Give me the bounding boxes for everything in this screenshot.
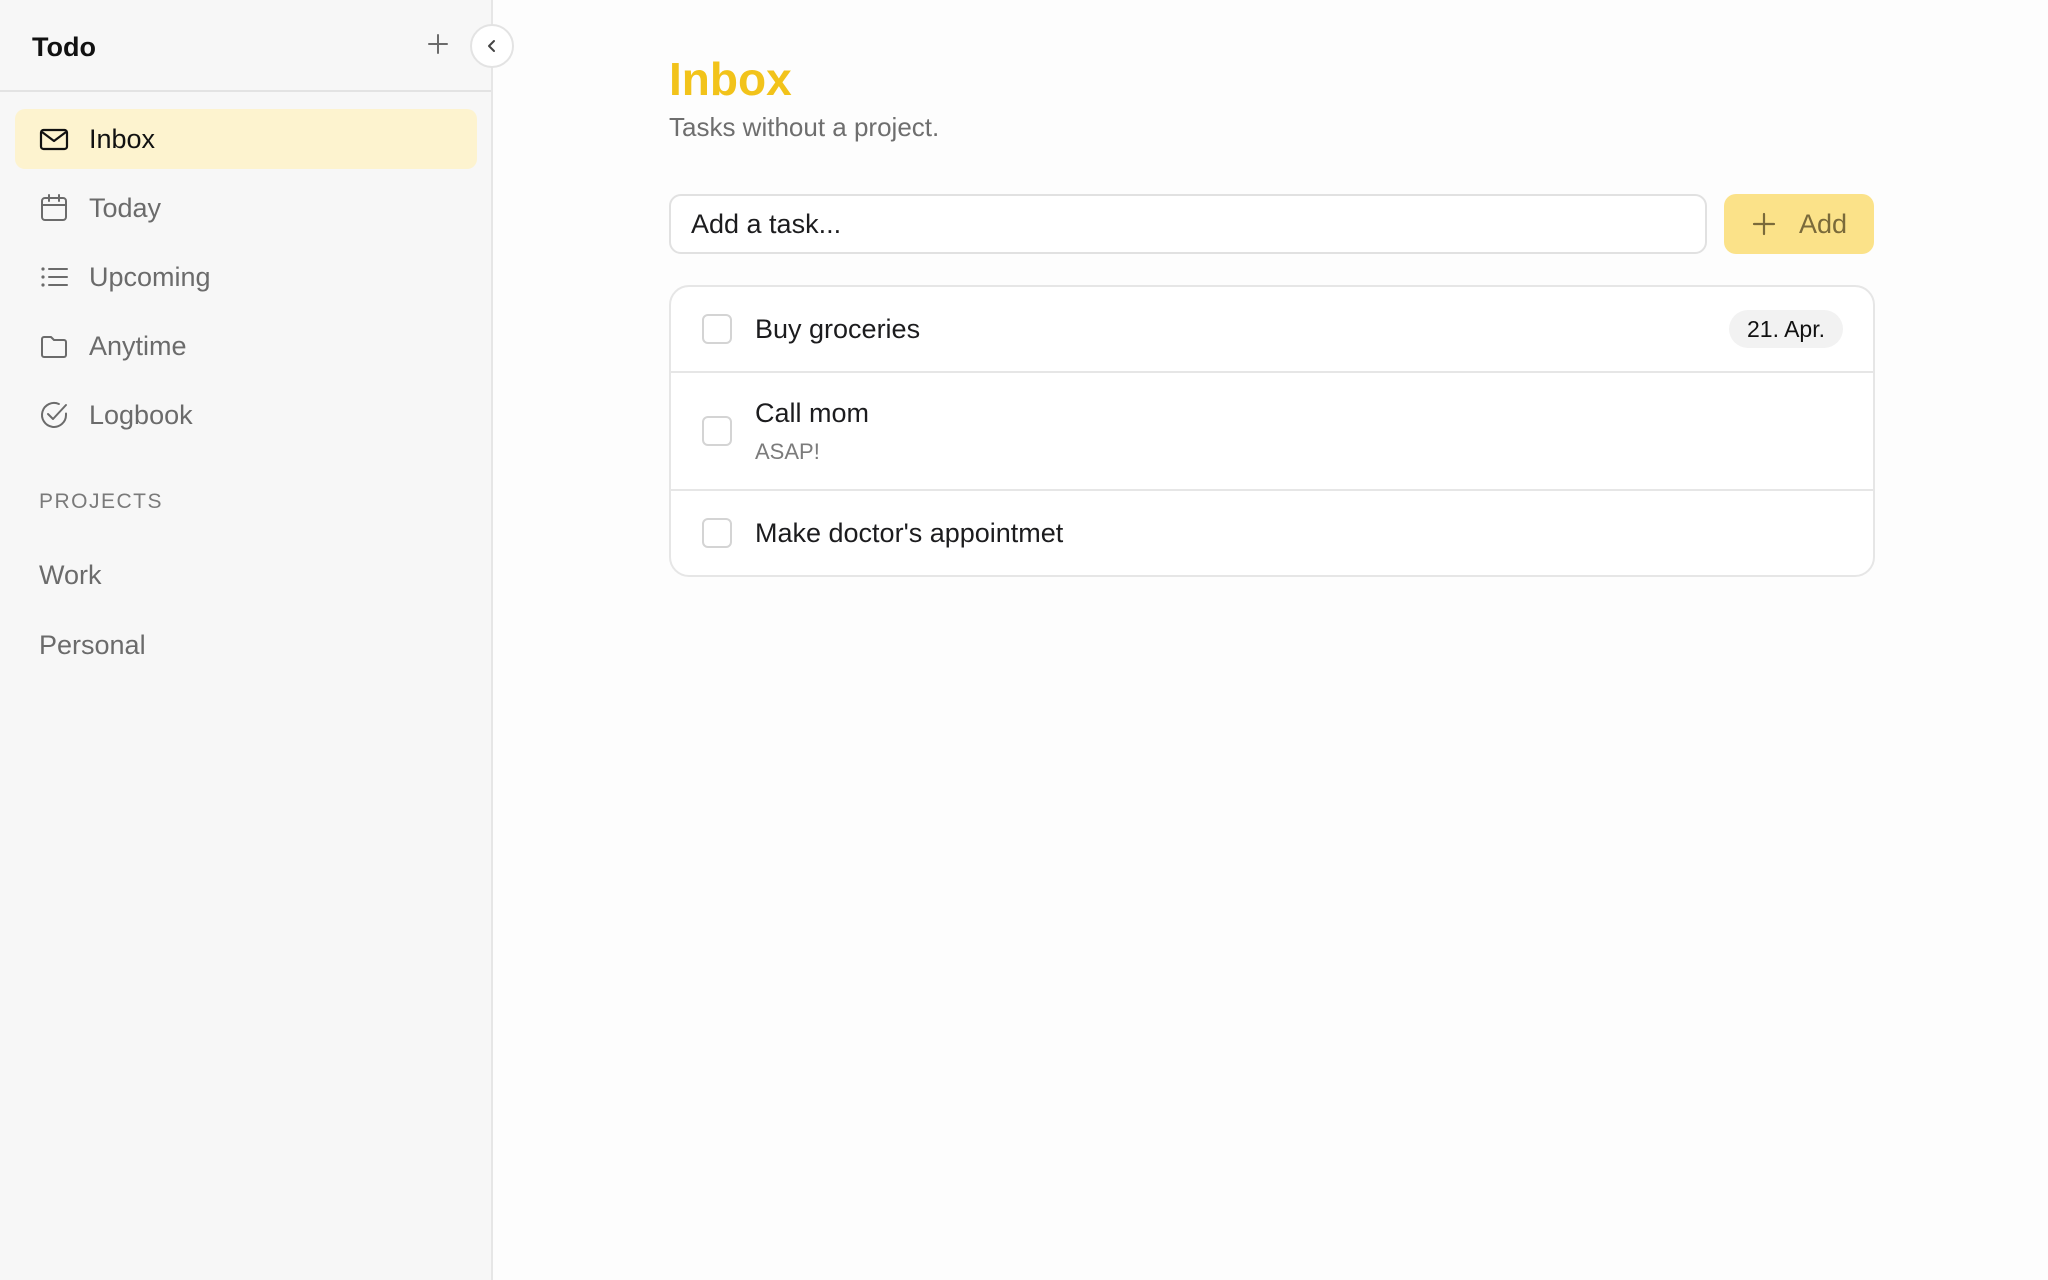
task-checkbox[interactable] — [702, 518, 732, 548]
sidebar-item-work[interactable]: Work — [39, 540, 146, 610]
add-project-button[interactable] — [420, 26, 456, 62]
sidebar-header: Todo — [0, 0, 491, 92]
list-icon — [39, 262, 69, 292]
sidebar-item-anytime[interactable]: Anytime — [15, 316, 477, 376]
page-title: Inbox — [669, 53, 792, 105]
app-title: Todo — [32, 32, 96, 62]
task-row[interactable]: Make doctor's appointmet — [671, 491, 1873, 575]
sidebar-item-label: Today — [89, 192, 162, 223]
sidebar-item-logbook[interactable]: Logbook — [15, 385, 477, 445]
task-text: Make doctor's appointmet — [755, 518, 1063, 549]
page-subtitle: Tasks without a project. — [669, 112, 940, 142]
plus-icon — [428, 34, 448, 54]
projects-heading: PROJECTS — [39, 490, 164, 513]
add-task-button[interactable]: Add — [1724, 194, 1874, 254]
sidebar-item-inbox[interactable]: Inbox — [15, 109, 477, 169]
check-circle-icon — [39, 400, 69, 430]
sidebar-item-label: Logbook — [89, 399, 193, 430]
task-row[interactable]: Buy groceries 21. Apr. — [671, 287, 1873, 373]
task-checkbox[interactable] — [702, 314, 732, 344]
projects-list: Work Personal — [39, 540, 146, 680]
task-title: Make doctor's appointmet — [755, 517, 1064, 548]
sidebar-item-label: Anytime — [89, 330, 187, 361]
folder-icon — [39, 331, 69, 361]
calendar-icon — [39, 193, 69, 223]
task-title: Buy groceries — [755, 313, 921, 344]
collapse-sidebar-button[interactable] — [470, 24, 514, 68]
add-button-label: Add — [1798, 208, 1848, 239]
task-text: Buy groceries — [755, 314, 920, 345]
sidebar-item-label: Inbox — [89, 123, 156, 154]
sidebar-item-today[interactable]: Today — [15, 178, 477, 238]
task-checkbox[interactable] — [702, 416, 732, 446]
sidebar-nav: Inbox Today Upcoming Anytime Logbook — [15, 109, 477, 454]
task-title: Call mom — [755, 397, 870, 428]
sidebar-item-label: Upcoming — [89, 261, 211, 292]
add-task-input[interactable] — [669, 194, 1707, 254]
app-window: Todo Inbox Today Upcoming Anytime Logboo… — [0, 0, 2048, 1280]
sidebar: Todo Inbox Today Upcoming Anytime Logboo… — [0, 0, 514, 1280]
task-text: Call mom ASAP! — [755, 398, 869, 465]
chevron-left-icon — [488, 40, 495, 52]
task-list: Buy groceries 21. Apr. Call mom ASAP! Ma… — [669, 285, 1875, 577]
sidebar-item-personal[interactable]: Personal — [39, 610, 146, 680]
plus-icon — [1751, 211, 1777, 237]
task-note: ASAP! — [755, 438, 820, 464]
mail-icon — [39, 124, 69, 154]
task-row[interactable]: Call mom ASAP! — [671, 373, 1873, 491]
task-date-badge: 21. Apr. — [1728, 310, 1843, 348]
sidebar-item-upcoming[interactable]: Upcoming — [15, 247, 477, 307]
